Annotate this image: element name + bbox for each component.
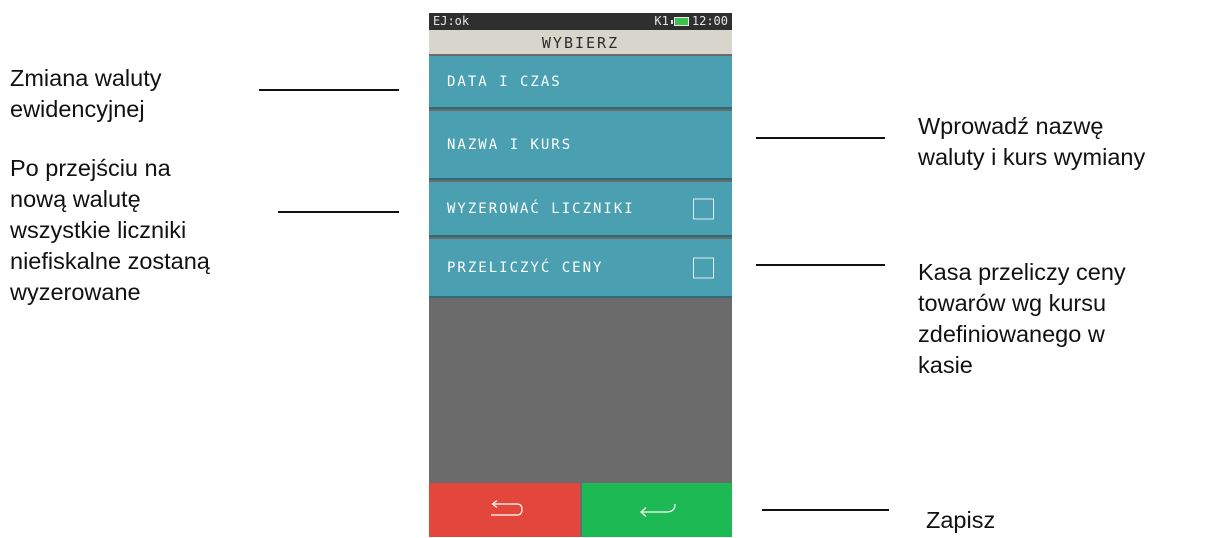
menu-item-recalculate-prices[interactable]: PRZELICZYĆ CENY: [429, 239, 732, 298]
annotation-line: Kasa przeliczy ceny: [918, 259, 1126, 285]
annotation-line: nową walutę: [10, 186, 141, 212]
menu-item-label: WYZEROWAĆ LICZNIKI: [447, 200, 635, 217]
leader-line: [278, 211, 399, 213]
annotation-name-and-rate: Wprowadź nazwę waluty i kurs wymiany: [918, 111, 1145, 173]
annotation-line: niefiskalne zostaną: [10, 248, 210, 274]
annotation-line: zdefiniowanego w: [918, 321, 1105, 347]
annotation-line: Wprowadź nazwę: [918, 113, 1104, 139]
annotation-line: ewidencyjnej: [10, 96, 145, 122]
back-button[interactable]: [429, 483, 580, 537]
recalculate-prices-checkbox[interactable]: [693, 257, 714, 278]
annotation-line: Po przejściu na: [10, 155, 171, 181]
battery-icon: [670, 17, 690, 26]
menu-item-label: DATA I CZAS: [447, 73, 562, 90]
annotation-line: kasie: [918, 352, 973, 378]
status-bar: EJ:ok K1 12:00: [429, 13, 732, 30]
device-screen: EJ:ok K1 12:00 WYBIERZ DATA I CZAS NAZWA…: [429, 13, 732, 537]
menu-item-date-time[interactable]: DATA I CZAS: [429, 56, 732, 109]
annotation-reset-counters: Po przejściu na nową walutę wszystkie li…: [10, 153, 210, 308]
menu-item-label: PRZELICZYĆ CENY: [447, 259, 604, 276]
reset-counters-checkbox[interactable]: [693, 198, 714, 219]
annotation-currency-change: Zmiana waluty ewidencyjnej: [10, 63, 162, 125]
enter-arrow-icon: [640, 503, 676, 517]
menu-item-reset-counters[interactable]: WYZEROWAĆ LICZNIKI: [429, 182, 732, 237]
menu-item-label: NAZWA I KURS: [447, 136, 573, 153]
leader-line: [756, 264, 885, 266]
leader-line: [259, 89, 399, 91]
annotation-line: Zapisz: [926, 507, 996, 533]
annotation-line: towarów wg kursu: [918, 290, 1107, 316]
clock: 12:00: [691, 14, 728, 28]
menu-item-name-rate[interactable]: NAZWA I KURS: [429, 111, 732, 180]
annotation-save: Zapisz: [926, 505, 995, 536]
ej-status: EJ:ok: [433, 14, 470, 28]
leader-line: [762, 509, 889, 511]
screen-title: WYBIERZ: [429, 30, 732, 54]
annotation-recalculate-prices: Kasa przeliczy ceny towarów wg kursu zde…: [918, 257, 1126, 381]
annotation-line: Zmiana waluty: [10, 65, 162, 91]
k1-indicator: K1: [654, 14, 669, 28]
save-button[interactable]: [582, 483, 732, 537]
leader-line: [756, 137, 885, 139]
return-arrow-icon: [490, 500, 523, 516]
annotation-line: wyzerowane: [10, 279, 141, 305]
status-right: K1 12:00: [654, 13, 728, 30]
annotation-line: waluty i kurs wymiany: [918, 144, 1146, 170]
annotation-line: wszystkie liczniki: [10, 217, 187, 243]
